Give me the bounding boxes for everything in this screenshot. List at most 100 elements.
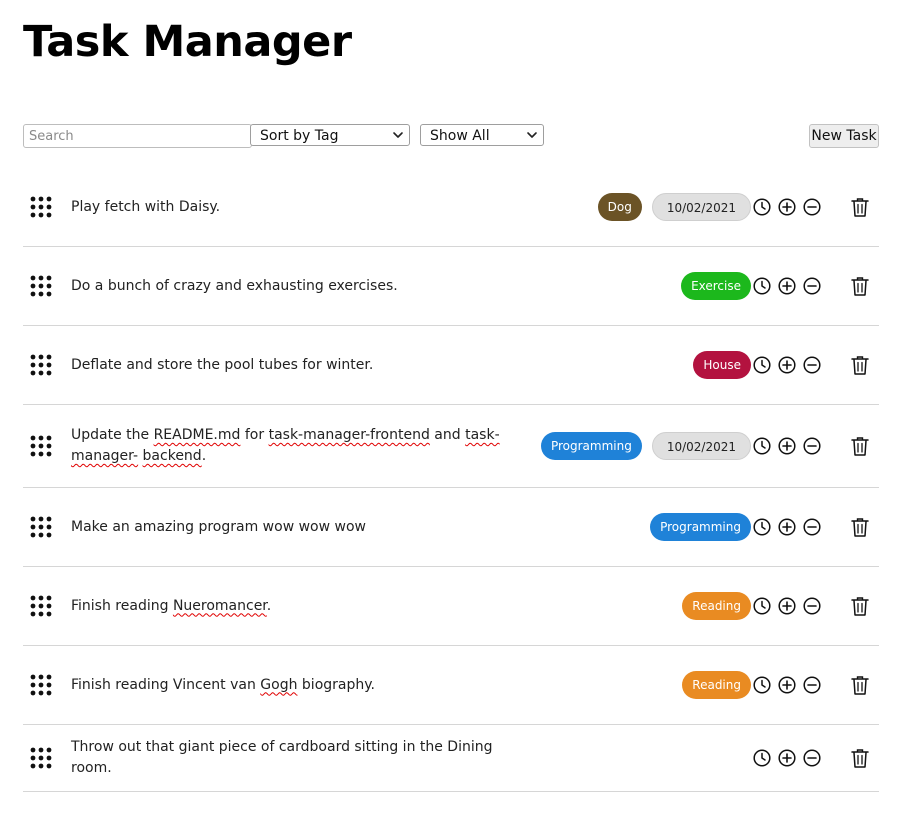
plus-circle-icon[interactable] bbox=[778, 749, 796, 767]
plus-circle-icon[interactable] bbox=[778, 437, 796, 455]
trash-icon[interactable] bbox=[851, 436, 869, 456]
task-text-part: . bbox=[201, 448, 207, 464]
clock-icon[interactable] bbox=[753, 356, 771, 374]
chevron-down-icon bbox=[527, 132, 537, 138]
filter-select-value: Show All bbox=[430, 128, 490, 144]
task-text-part: Play fetch with Daisy. bbox=[71, 198, 221, 215]
task-badges: Exercise bbox=[681, 272, 751, 300]
drag-handle-icon[interactable] bbox=[30, 747, 52, 769]
task-badges: Programming bbox=[650, 513, 751, 541]
drag-handle-icon[interactable] bbox=[30, 595, 52, 617]
task-row: Finish reading Nueromancer. Reading bbox=[23, 567, 879, 646]
minus-circle-icon[interactable] bbox=[803, 277, 821, 295]
task-row: Do a bunch of crazy and exhausting exerc… bbox=[23, 247, 879, 326]
clock-icon[interactable] bbox=[753, 749, 771, 767]
task-text-part: Finish reading Vincent van bbox=[71, 676, 261, 693]
clock-icon[interactable] bbox=[753, 597, 771, 615]
tag-badge[interactable]: Exercise bbox=[681, 272, 751, 300]
page-title: Task Manager bbox=[23, 17, 352, 67]
misspelled-word: backend bbox=[142, 448, 202, 464]
misspelled-word: Gogh bbox=[260, 676, 298, 693]
task-actions bbox=[753, 198, 821, 216]
minus-circle-icon[interactable] bbox=[803, 676, 821, 694]
minus-circle-icon[interactable] bbox=[803, 198, 821, 216]
task-actions bbox=[753, 749, 821, 767]
due-date-badge[interactable]: 10/02/2021 bbox=[651, 193, 751, 221]
trash-icon[interactable] bbox=[851, 197, 869, 217]
minus-circle-icon[interactable] bbox=[803, 518, 821, 536]
search-input[interactable] bbox=[23, 124, 252, 148]
task-text-part: . bbox=[266, 597, 272, 614]
drag-handle-icon[interactable] bbox=[30, 435, 52, 457]
task-text: Update the README.md for task-manager-fr… bbox=[71, 425, 526, 467]
plus-circle-icon[interactable] bbox=[778, 518, 796, 536]
tag-badge[interactable]: Reading bbox=[682, 592, 751, 620]
plus-circle-icon[interactable] bbox=[778, 676, 796, 694]
task-text-part: and bbox=[429, 427, 466, 443]
minus-circle-icon[interactable] bbox=[803, 356, 821, 374]
task-text-part: Throw out that giant piece of cardboard … bbox=[71, 739, 493, 776]
task-text-part: Make an amazing program wow wow wow bbox=[71, 518, 366, 535]
task-badges: Programming 10/02/2021 bbox=[540, 432, 751, 460]
task-row: Update the README.md for task-manager-fr… bbox=[23, 405, 879, 488]
misspelled-word: Nueromancer bbox=[172, 597, 267, 614]
trash-icon[interactable] bbox=[851, 675, 869, 695]
drag-handle-icon[interactable] bbox=[30, 354, 52, 376]
tag-badge[interactable]: Reading bbox=[682, 671, 751, 699]
task-actions bbox=[753, 676, 821, 694]
task-actions bbox=[753, 437, 821, 455]
task-row: Make an amazing program wow wow wow Prog… bbox=[23, 488, 879, 567]
minus-circle-icon[interactable] bbox=[803, 749, 821, 767]
task-row: Throw out that giant piece of cardboard … bbox=[23, 725, 879, 792]
tag-badge[interactable]: Programming bbox=[540, 432, 642, 460]
task-text-part: biography. bbox=[297, 676, 375, 693]
task-row: Finish reading Vincent van Gogh biograph… bbox=[23, 646, 879, 725]
clock-icon[interactable] bbox=[753, 277, 771, 295]
drag-handle-icon[interactable] bbox=[30, 516, 52, 538]
clock-icon[interactable] bbox=[753, 198, 771, 216]
sort-select[interactable]: Sort by Tag bbox=[250, 124, 410, 146]
tag-badge[interactable]: Programming bbox=[650, 513, 751, 541]
task-text: Do a bunch of crazy and exhausting exerc… bbox=[71, 276, 526, 297]
drag-handle-icon[interactable] bbox=[30, 674, 52, 696]
plus-circle-icon[interactable] bbox=[778, 597, 796, 615]
tag-badge[interactable]: Dog bbox=[597, 193, 642, 221]
task-text: Throw out that giant piece of cardboard … bbox=[71, 737, 526, 779]
minus-circle-icon[interactable] bbox=[803, 437, 821, 455]
plus-circle-icon[interactable] bbox=[778, 356, 796, 374]
task-text: Deflate and store the pool tubes for win… bbox=[71, 355, 526, 376]
task-text-part: for bbox=[240, 427, 269, 443]
drag-handle-icon[interactable] bbox=[30, 196, 52, 218]
task-text-part: Deflate and store the pool tubes for win… bbox=[71, 356, 374, 373]
trash-icon[interactable] bbox=[851, 748, 869, 768]
due-date-badge[interactable]: 10/02/2021 bbox=[651, 432, 751, 460]
new-task-button[interactable]: New Task bbox=[809, 124, 879, 148]
filter-select[interactable]: Show All bbox=[420, 124, 544, 146]
task-text: Finish reading Nueromancer. bbox=[71, 596, 526, 617]
misspelled-word: task-manager-frontend bbox=[268, 427, 430, 443]
misspelled-word: README.md bbox=[153, 427, 241, 443]
task-badges: Reading bbox=[682, 671, 751, 699]
task-badges: Dog 10/02/2021 bbox=[597, 193, 751, 221]
trash-icon[interactable] bbox=[851, 596, 869, 616]
task-text: Finish reading Vincent van Gogh biograph… bbox=[71, 675, 526, 696]
task-actions bbox=[753, 356, 821, 374]
trash-icon[interactable] bbox=[851, 517, 869, 537]
trash-icon[interactable] bbox=[851, 276, 869, 296]
minus-circle-icon[interactable] bbox=[803, 597, 821, 615]
plus-circle-icon[interactable] bbox=[778, 198, 796, 216]
clock-icon[interactable] bbox=[753, 518, 771, 536]
task-text-part: Finish reading bbox=[71, 597, 173, 614]
drag-handle-icon[interactable] bbox=[30, 275, 52, 297]
clock-icon[interactable] bbox=[753, 437, 771, 455]
tag-badge[interactable]: House bbox=[693, 351, 751, 379]
toolbar: Sort by Tag Show All New Task bbox=[23, 124, 879, 148]
plus-circle-icon[interactable] bbox=[778, 277, 796, 295]
task-text-part: Do a bunch of crazy and exhausting exerc… bbox=[71, 277, 398, 294]
clock-icon[interactable] bbox=[753, 676, 771, 694]
task-text-part: Update the bbox=[71, 427, 154, 443]
chevron-down-icon bbox=[393, 132, 403, 138]
trash-icon[interactable] bbox=[851, 355, 869, 375]
task-text: Play fetch with Daisy. bbox=[71, 197, 526, 218]
task-badges: Reading bbox=[682, 592, 751, 620]
